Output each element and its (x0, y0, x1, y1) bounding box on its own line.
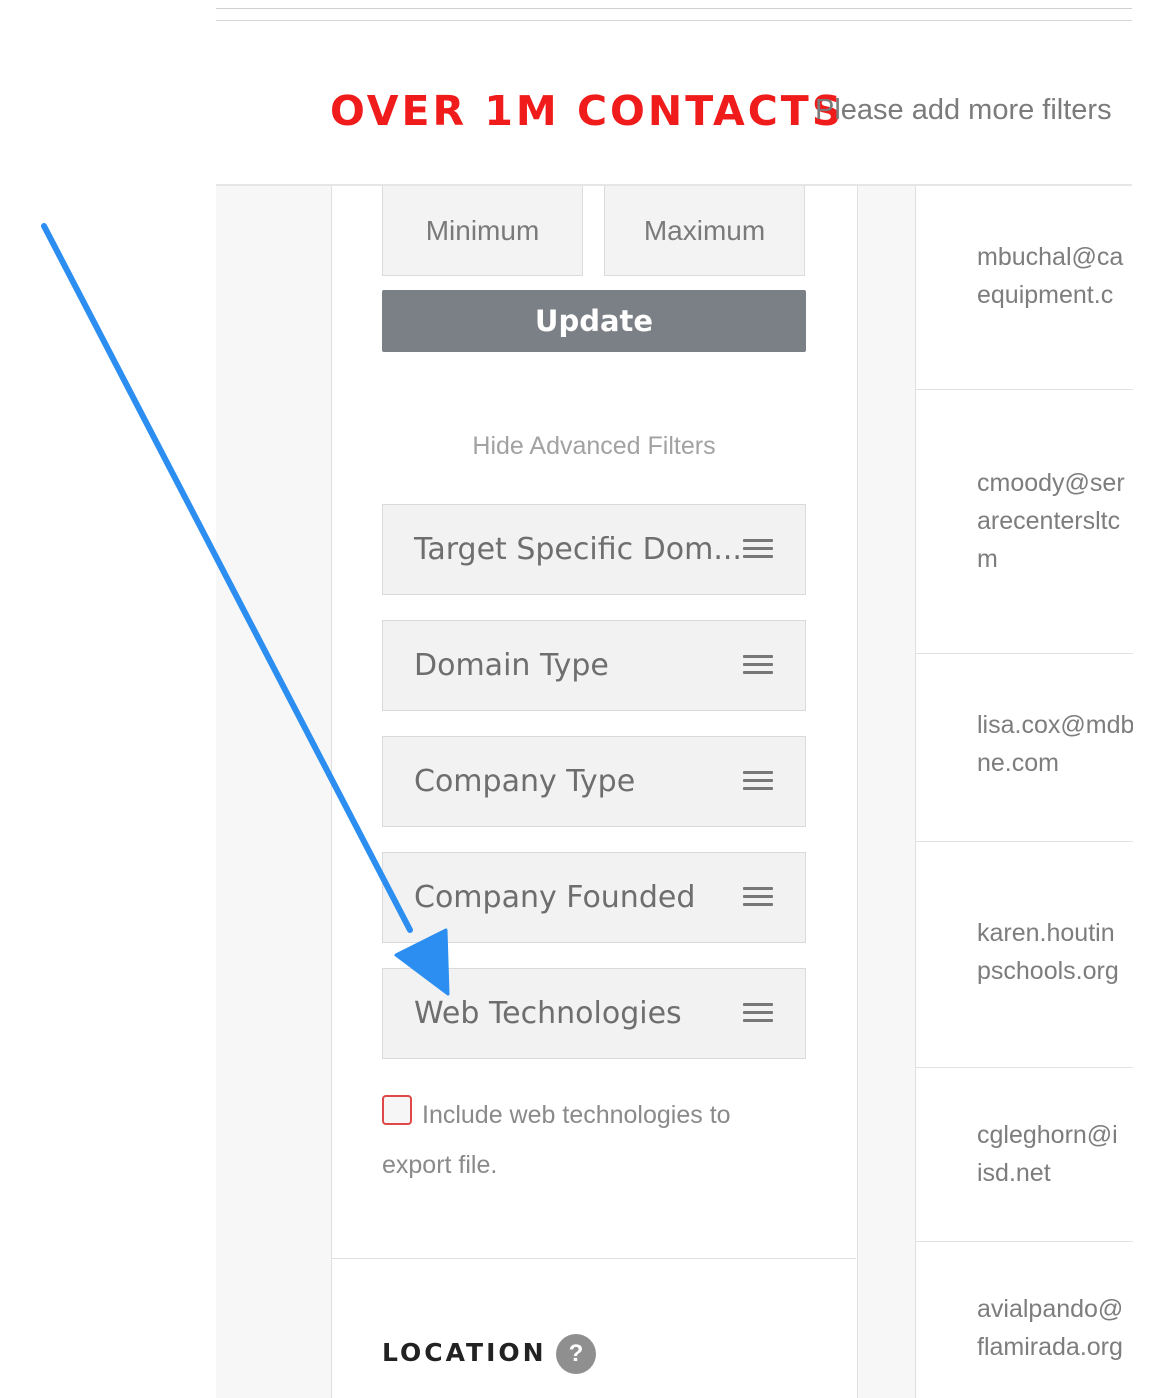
contact-email-line: pschools.org (977, 957, 1119, 985)
filter-company-founded[interactable]: Company Founded (382, 852, 806, 943)
add-filters-message: Please add more filters (815, 94, 1112, 126)
result-row[interactable]: lisa.cox@mdb ne.com (916, 654, 1133, 842)
contact-email-line: cgleghorn@i (977, 1121, 1118, 1149)
filter-company-type[interactable]: Company Type (382, 736, 806, 827)
contact-email-line: karen.houtin (977, 919, 1115, 947)
drag-handle-icon[interactable] (743, 655, 773, 675)
contact-email-line: m (977, 545, 998, 573)
help-icon[interactable]: ? (556, 1334, 596, 1374)
result-row[interactable]: cmoody@ser arecentersltc m (916, 390, 1133, 654)
minimum-input[interactable]: Minimum (382, 186, 583, 276)
filter-label: Company Type (414, 764, 636, 799)
include-web-technologies-label: Include web technologies to export file. (382, 1101, 731, 1179)
include-web-technologies-checkbox[interactable] (382, 1095, 412, 1125)
filter-web-technologies[interactable]: Web Technologies (382, 968, 806, 1059)
contact-count-headline: OVER 1M CONTACTS (330, 87, 845, 135)
filter-label: Target Specific Dom... (414, 532, 742, 567)
location-section-title: LOCATION (382, 1338, 547, 1367)
drag-handle-icon[interactable] (743, 539, 773, 559)
filter-label: Domain Type (414, 648, 609, 683)
contact-email: mbuchal@ca equipment.c (977, 238, 1133, 314)
section-divider (332, 1258, 856, 1259)
result-row[interactable]: mbuchal@ca equipment.c (916, 186, 1133, 390)
contact-email-line: isd.net (977, 1159, 1051, 1187)
contact-email: avialpando@ flamirada.org (977, 1290, 1133, 1366)
drag-handle-icon[interactable] (743, 1003, 773, 1023)
contact-email-line: avialpando@ (977, 1295, 1124, 1323)
update-button[interactable]: Update (382, 290, 806, 352)
contact-email: cmoody@ser arecentersltc m (977, 464, 1133, 578)
contact-email-line: arecentersltc (977, 507, 1121, 535)
browser-top-edge (216, 0, 1132, 21)
filter-label: Company Founded (414, 880, 696, 915)
results-header: OVER 1M CONTACTS Please add more filters (216, 21, 1132, 186)
contact-email: lisa.cox@mdb ne.com (977, 706, 1133, 782)
hide-advanced-filters-link[interactable]: Hide Advanced Filters (382, 432, 806, 461)
filter-target-specific-domains[interactable]: Target Specific Dom... (382, 504, 806, 595)
result-row[interactable]: cgleghorn@i isd.net (916, 1068, 1133, 1242)
contact-email: karen.houtin pschools.org (977, 914, 1133, 990)
contact-email-line: lisa.cox@mdb (977, 711, 1133, 739)
contact-email-line: mbuchal@ca (977, 243, 1124, 271)
drag-handle-icon[interactable] (743, 887, 773, 907)
contact-email-line: equipment.c (977, 281, 1114, 309)
contact-email-line: flamirada.org (977, 1333, 1123, 1361)
filter-domain-type[interactable]: Domain Type (382, 620, 806, 711)
results-list: mbuchal@ca equipment.c cmoody@ser arecen… (915, 186, 1133, 1398)
result-row[interactable]: avialpando@ flamirada.org (916, 1242, 1133, 1398)
filter-label: Web Technologies (414, 996, 682, 1031)
drag-handle-icon[interactable] (743, 771, 773, 791)
maximum-input[interactable]: Maximum (604, 186, 805, 276)
contact-email-line: cmoody@ser (977, 469, 1125, 497)
result-row[interactable]: karen.houtin pschools.org (916, 842, 1133, 1068)
contact-email: cgleghorn@i isd.net (977, 1116, 1133, 1192)
contact-email-line: ne.com (977, 749, 1059, 777)
